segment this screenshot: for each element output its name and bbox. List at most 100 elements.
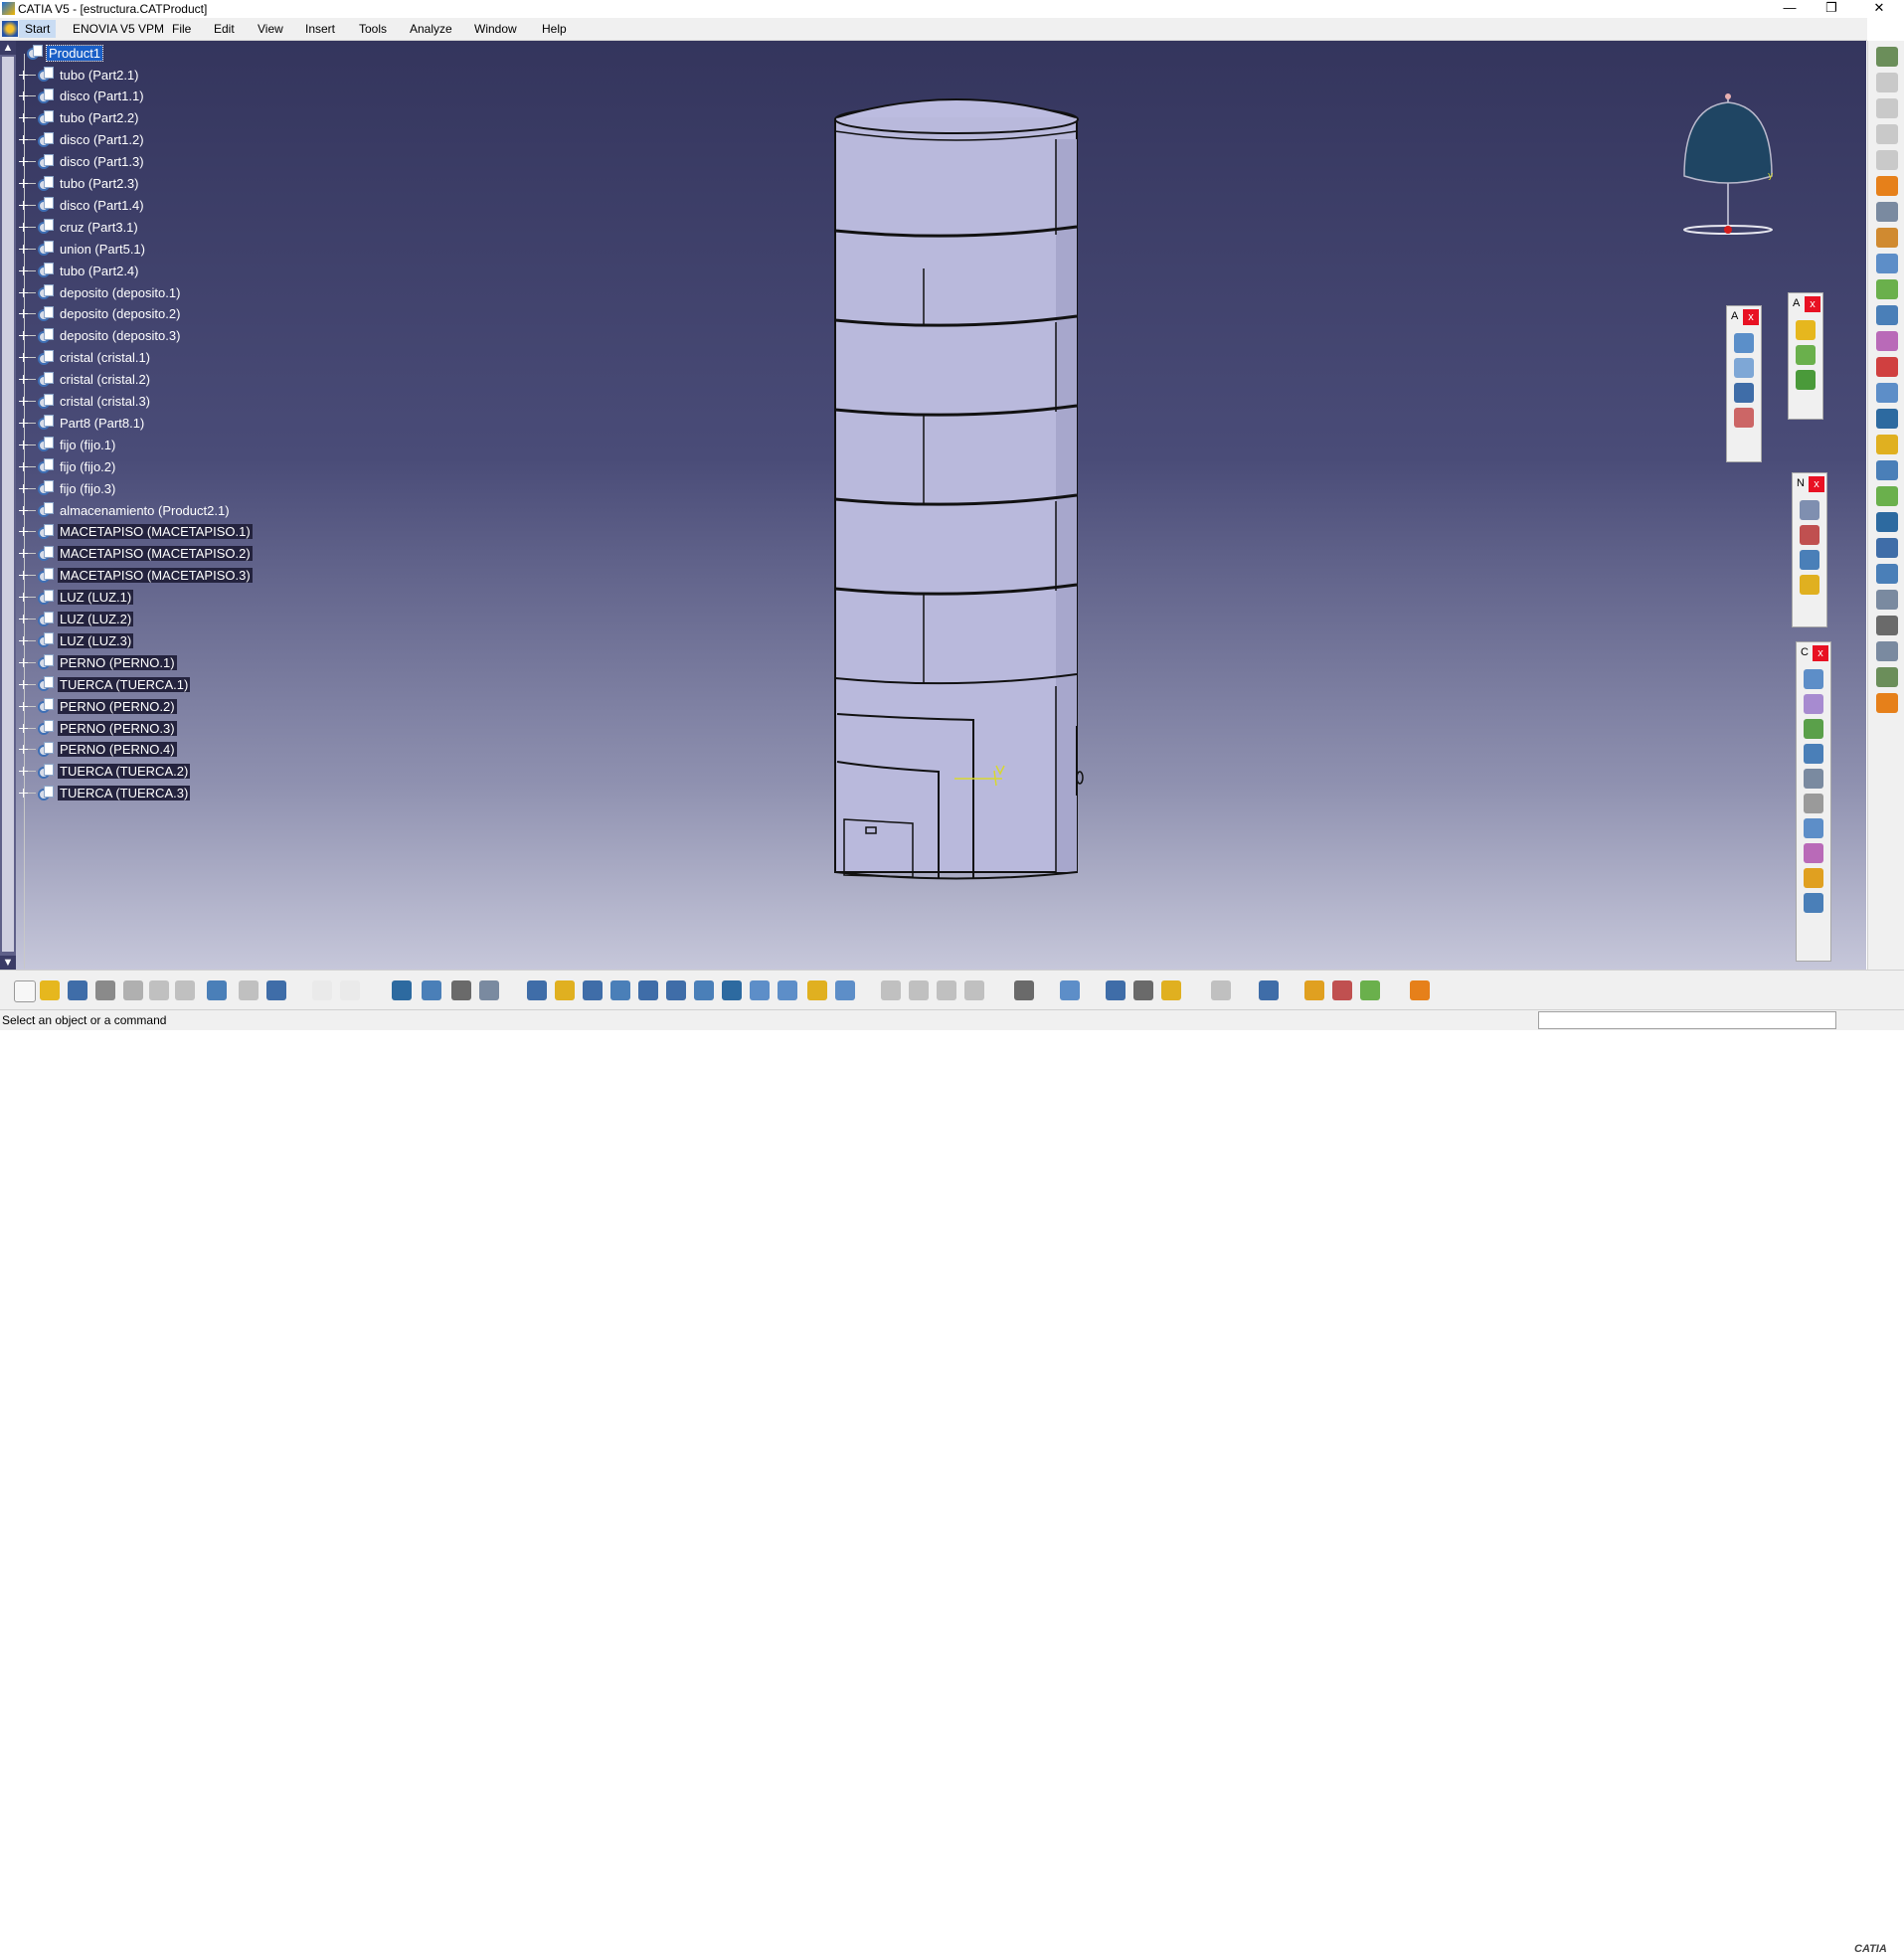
- tree-node[interactable]: almacenamiento (Product2.1): [17, 500, 232, 520]
- parameters-icon[interactable]: [422, 980, 441, 1000]
- product-tool-icon[interactable]: [1875, 228, 1898, 248]
- apply-material-icon[interactable]: [1360, 980, 1380, 1000]
- expand-plus-icon[interactable]: [19, 527, 28, 537]
- zoom-in-icon[interactable]: [638, 980, 658, 1000]
- tree-node-label[interactable]: LUZ (LUZ.3): [58, 632, 134, 648]
- tree-node-label[interactable]: tubo (Part2.4): [58, 264, 141, 278]
- tree-node[interactable]: cristal (cristal.1): [17, 348, 152, 368]
- tree-node[interactable]: PERNO (PERNO.2): [17, 696, 177, 716]
- tree-node[interactable]: MACETAPISO (MACETAPISO.2): [17, 544, 253, 564]
- insert-part-icon[interactable]: [1796, 345, 1816, 365]
- reuse-pattern-icon[interactable]: [1804, 868, 1823, 888]
- stack-icon[interactable]: [937, 980, 956, 1000]
- expand-plus-icon[interactable]: [19, 723, 28, 733]
- tree-node-label[interactable]: disco (Part1.2): [58, 132, 146, 147]
- tree-node[interactable]: cristal (cristal.2): [17, 370, 152, 390]
- tree-node-label[interactable]: TUERCA (TUERCA.2): [58, 764, 191, 780]
- iso-view-icon[interactable]: [750, 980, 770, 1000]
- tree-node[interactable]: TUERCA (TUERCA.1): [17, 674, 191, 694]
- tree-node-label[interactable]: fijo (fijo.2): [58, 459, 117, 474]
- tree-node[interactable]: tubo (Part2.2): [17, 108, 141, 128]
- multi-view-icon[interactable]: [722, 980, 742, 1000]
- formula-icon[interactable]: [312, 980, 332, 1000]
- close-button[interactable]: ✕: [1859, 0, 1899, 18]
- tree-node[interactable]: disco (Part1.2): [17, 130, 146, 150]
- tower-model[interactable]: [0, 41, 1866, 970]
- fit-all-icon[interactable]: [555, 980, 575, 1000]
- expand-plus-icon[interactable]: [19, 91, 28, 101]
- menu-enovia[interactable]: ENOVIA V5 VPM: [73, 22, 164, 36]
- workbench-icon[interactable]: [1875, 47, 1898, 67]
- multi-icon[interactable]: [1875, 357, 1898, 377]
- save-icon[interactable]: [68, 980, 87, 1000]
- view-2-icon[interactable]: [1875, 98, 1898, 118]
- distance-icon[interactable]: [1106, 980, 1125, 1000]
- tree-node[interactable]: tubo (Part2.4): [17, 261, 141, 280]
- expand-plus-icon[interactable]: [19, 113, 28, 123]
- tree-node-label[interactable]: union (Part5.1): [58, 242, 147, 257]
- fix-together-icon[interactable]: [1804, 794, 1823, 813]
- manage-rep-icon[interactable]: [1875, 460, 1898, 480]
- redo-icon[interactable]: [239, 980, 259, 1000]
- expand-plus-icon[interactable]: [19, 244, 28, 254]
- insert-product-icon[interactable]: [1796, 320, 1816, 340]
- component-icon[interactable]: [1734, 358, 1754, 378]
- material-icon[interactable]: [1304, 980, 1324, 1000]
- menu-window[interactable]: Window: [474, 22, 517, 36]
- whats-this-icon[interactable]: [266, 980, 286, 1000]
- expand-plus-icon[interactable]: [19, 397, 28, 406]
- scroll-up-arrow-icon[interactable]: ▲: [0, 41, 16, 55]
- tree-node-label[interactable]: disco (Part1.3): [58, 154, 146, 169]
- scroll-down-arrow-icon[interactable]: ▼: [0, 956, 16, 970]
- analysis-icon[interactable]: [1060, 980, 1080, 1000]
- tree-node[interactable]: deposito (deposito.2): [17, 304, 182, 324]
- insert-existing-icon[interactable]: [1796, 370, 1816, 390]
- view-icon[interactable]: [1875, 73, 1898, 92]
- tree-node-label[interactable]: fijo (fijo.3): [58, 481, 117, 496]
- quick-constraint-icon[interactable]: [1804, 818, 1823, 838]
- clash-icon[interactable]: [1800, 575, 1819, 595]
- capture-icon[interactable]: [1014, 980, 1034, 1000]
- view-weld-icon[interactable]: [1875, 641, 1898, 661]
- tree-root-label[interactable]: Product1: [45, 44, 104, 62]
- expand-plus-icon[interactable]: [19, 767, 28, 777]
- menu-view[interactable]: View: [258, 22, 283, 36]
- tree-tool-icon[interactable]: [1734, 383, 1754, 403]
- expand-plus-icon[interactable]: [19, 157, 28, 167]
- expand-plus-icon[interactable]: [19, 505, 28, 515]
- render-icon[interactable]: [1332, 980, 1352, 1000]
- angle-constraint-icon[interactable]: [1804, 744, 1823, 764]
- menu-edit[interactable]: Edit: [214, 22, 235, 36]
- pan-icon[interactable]: [583, 980, 603, 1000]
- paste-icon[interactable]: [175, 980, 195, 1000]
- tree-node-label[interactable]: disco (Part1.1): [58, 89, 146, 103]
- expand-plus-icon[interactable]: [19, 287, 28, 297]
- expand-plus-icon[interactable]: [19, 483, 28, 493]
- table-icon[interactable]: [392, 980, 412, 1000]
- floating-toolbar-a2[interactable]: Ax: [1788, 292, 1823, 420]
- expand-plus-icon[interactable]: [19, 593, 28, 603]
- tree-tool-2-icon[interactable]: [1734, 408, 1754, 428]
- tree-node[interactable]: MACETAPISO (MACETAPISO.3): [17, 566, 253, 586]
- tree-node-label[interactable]: PERNO (PERNO.3): [58, 720, 177, 736]
- component-mgmt-icon[interactable]: [964, 980, 984, 1000]
- view-3-icon[interactable]: [1875, 124, 1898, 144]
- flexible-icon[interactable]: [1804, 843, 1823, 863]
- tree-node-label[interactable]: tubo (Part2.1): [58, 68, 141, 83]
- annotation-icon[interactable]: [1875, 564, 1898, 584]
- expand-plus-icon[interactable]: [19, 745, 28, 755]
- tree-node[interactable]: disco (Part1.3): [17, 152, 146, 172]
- tree-node-label[interactable]: Part8 (Part8.1): [58, 416, 146, 431]
- component-tool-icon[interactable]: [1875, 279, 1898, 299]
- tree-node[interactable]: fijo (fijo.3): [17, 478, 117, 498]
- explode-icon[interactable]: [1800, 550, 1819, 570]
- fix-component-icon[interactable]: [1804, 769, 1823, 789]
- publication-icon[interactable]: [1875, 667, 1898, 687]
- assembly-icon[interactable]: [1734, 333, 1754, 353]
- tree-node-label[interactable]: deposito (deposito.1): [58, 285, 182, 300]
- close-icon[interactable]: x: [1809, 476, 1824, 492]
- tree-node-label[interactable]: TUERCA (TUERCA.1): [58, 676, 191, 692]
- print-icon[interactable]: [95, 980, 115, 1000]
- expand-plus-icon[interactable]: [19, 200, 28, 210]
- tree-node[interactable]: fijo (fijo.1): [17, 435, 117, 454]
